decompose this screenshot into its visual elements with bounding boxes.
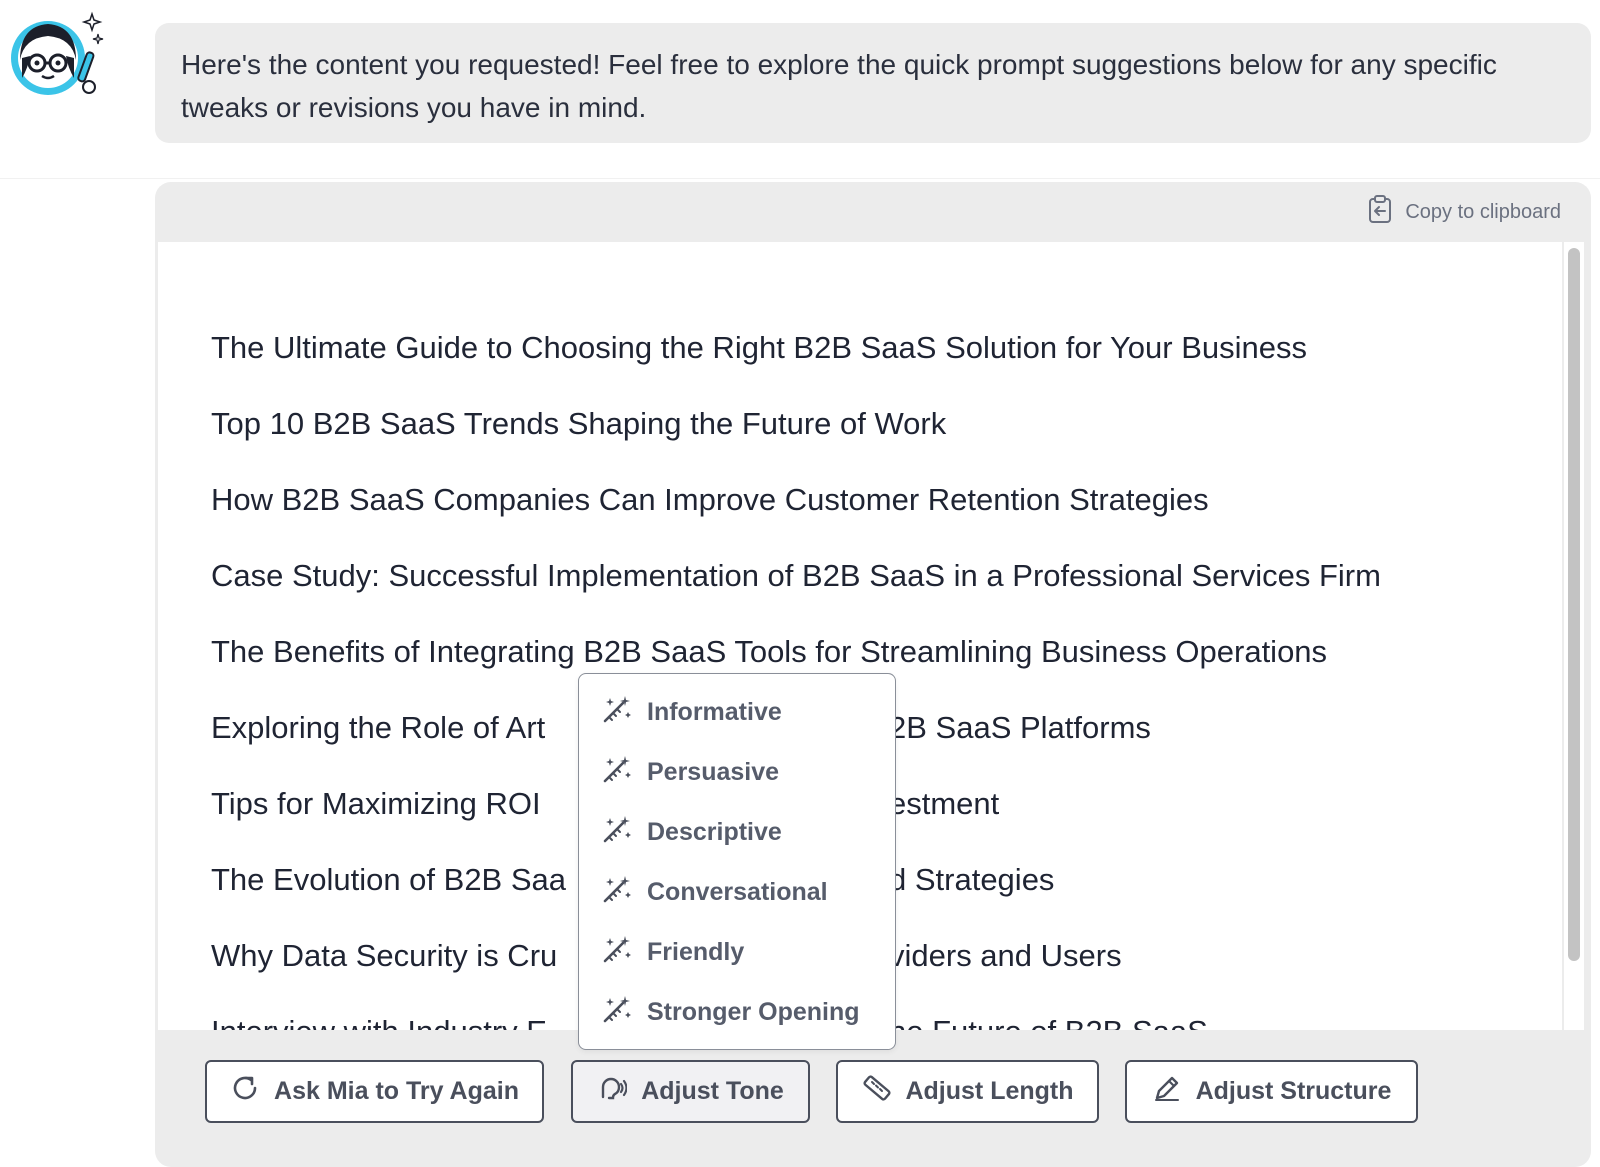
voice-icon <box>597 1073 628 1110</box>
assistant-message: Here's the content you requested! Feel f… <box>155 23 1591 143</box>
tone-option-conversational[interactable]: Conversational <box>579 862 895 922</box>
clipboard-icon <box>1367 194 1395 230</box>
magic-wand-icon <box>601 993 633 1032</box>
adjust-length-label: Adjust Length <box>905 1077 1074 1105</box>
adjust-tone-button[interactable]: Adjust Tone <box>571 1060 810 1123</box>
list-item-tail: 2B SaaS Platforms <box>889 710 1151 745</box>
tone-option-friendly[interactable]: Friendly <box>579 922 895 982</box>
action-bar: Ask Mia to Try Again Adjust Tone Adjust … <box>155 1030 1591 1167</box>
title-list-tails: 2B SaaS Platforms estment d Strategies v… <box>889 310 1208 1030</box>
refresh-icon <box>230 1073 260 1110</box>
magic-wand-icon <box>601 753 633 792</box>
card-header: Copy to clipboard <box>155 182 1591 242</box>
adjust-structure-label: Adjust Structure <box>1195 1077 1392 1105</box>
list-item-tail: d Strategies <box>889 862 1055 897</box>
list-item-tail: estment <box>889 786 1000 821</box>
pen-icon <box>1152 1073 1182 1110</box>
scrollbar-thumb[interactable] <box>1568 248 1580 961</box>
tone-option-label: Stronger Opening <box>647 997 860 1026</box>
magic-wand-icon <box>601 693 633 732</box>
magic-wand-icon <box>601 813 633 852</box>
adjust-length-button[interactable]: Adjust Length <box>836 1060 1099 1123</box>
try-again-label: Ask Mia to Try Again <box>274 1077 519 1105</box>
list-item-tail: he Future of B2B SaaS <box>889 994 1208 1030</box>
tone-option-label: Descriptive <box>647 817 782 846</box>
tone-option-persuasive[interactable]: Persuasive <box>579 742 895 802</box>
assistant-message-text: Here's the content you requested! Feel f… <box>181 49 1497 123</box>
mia-avatar-icon <box>6 8 106 100</box>
tone-dropdown-menu: Informative Persuasive Descriptive Conve… <box>578 673 896 1050</box>
magic-wand-icon <box>601 933 633 972</box>
list-item-tail: viders and Users <box>889 938 1122 973</box>
tone-option-label: Informative <box>647 697 782 726</box>
ruler-icon <box>861 1073 892 1110</box>
tone-option-label: Conversational <box>647 877 828 906</box>
tone-option-label: Persuasive <box>647 757 780 786</box>
tone-option-stronger-opening[interactable]: Stronger Opening <box>579 982 895 1042</box>
copy-label: Copy to clipboard <box>1405 200 1561 223</box>
divider <box>0 178 1600 179</box>
adjust-structure-button[interactable]: Adjust Structure <box>1125 1060 1418 1123</box>
copy-to-clipboard-button[interactable]: Copy to clipboard <box>1367 195 1561 229</box>
adjust-tone-label: Adjust Tone <box>641 1077 784 1105</box>
magic-wand-icon <box>601 873 633 912</box>
tone-option-informative[interactable]: Informative <box>579 682 895 742</box>
ask-mia-try-again-button[interactable]: Ask Mia to Try Again <box>205 1060 544 1123</box>
tone-option-label: Friendly <box>647 937 745 966</box>
tone-option-descriptive[interactable]: Descriptive <box>579 802 895 862</box>
